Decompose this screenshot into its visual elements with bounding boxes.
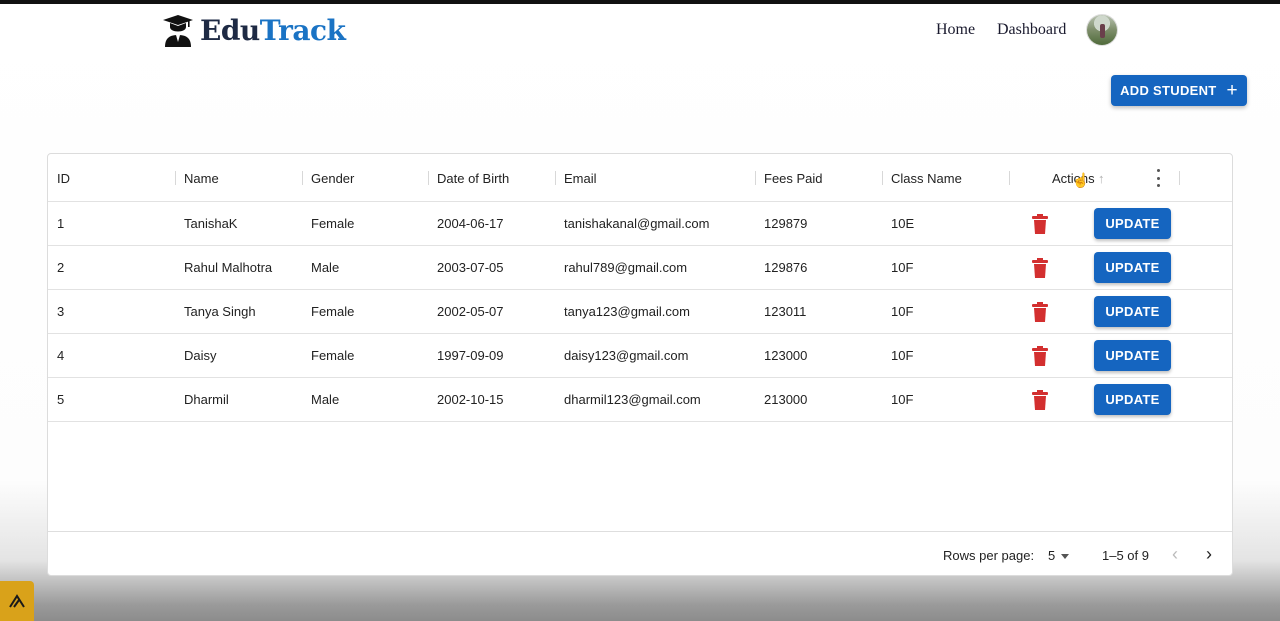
cell-gender: Female <box>311 216 355 231</box>
cell-id: 4 <box>57 348 65 363</box>
cell-class: 10F <box>891 392 914 407</box>
table-header: ID Name Gender Date of Birth Email Fees … <box>48 154 1232 202</box>
avatar[interactable] <box>1087 15 1117 45</box>
column-separator[interactable] <box>302 171 303 185</box>
add-student-label: ADD STUDENT <box>1120 83 1217 98</box>
nav-dashboard[interactable]: Dashboard <box>997 21 1066 39</box>
add-student-button[interactable]: ADD STUDENT + <box>1111 75 1247 106</box>
cell-fees: 129876 <box>764 260 808 275</box>
caret-down-icon <box>1061 554 1070 560</box>
pagination-range: 1–5 of 9 <box>1102 548 1149 563</box>
cell-id: 5 <box>57 392 65 407</box>
brand-name-part1: Edu <box>200 14 260 47</box>
column-separator[interactable] <box>555 171 556 185</box>
chevron-left-icon[interactable]: ‹ <box>1172 544 1188 564</box>
cell-fees: 123011 <box>764 304 807 319</box>
cell-fees: 129879 <box>764 216 808 231</box>
students-table: ID Name Gender Date of Birth Email Fees … <box>47 153 1233 576</box>
cell-class: 10E <box>891 216 915 231</box>
arrow-logo-icon <box>9 594 25 608</box>
column-separator[interactable] <box>1009 171 1010 185</box>
column-header-fees[interactable]: Fees Paid <box>764 171 823 186</box>
trash-icon[interactable] <box>1032 214 1048 234</box>
top-border <box>0 0 1280 4</box>
cell-gender: Male <box>311 260 340 275</box>
app-badge[interactable] <box>0 581 34 621</box>
cell-class: 10F <box>891 260 914 275</box>
column-header-gender[interactable]: Gender <box>311 171 354 186</box>
cell-email: daisy123@gmail.com <box>564 348 689 363</box>
cell-email: tanishakanal@gmail.com <box>564 216 710 231</box>
arrow-up-icon[interactable]: ↑ <box>1098 171 1105 186</box>
rows-per-page-value: 5 <box>1048 548 1056 563</box>
table-footer: Rows per page: 5 1–5 of 9 ‹ › <box>48 531 1232 577</box>
update-button[interactable]: UPDATE <box>1094 296 1171 327</box>
cell-name: TanishaK <box>184 216 238 231</box>
table-row[interactable]: 4 Daisy Female 1997-09-09 daisy123@gmail… <box>48 333 1232 378</box>
cell-gender: Female <box>311 348 355 363</box>
brand-name-part2: Track <box>259 14 346 47</box>
cell-name: Tanya Singh <box>184 304 256 319</box>
column-header-email[interactable]: Email <box>564 171 597 186</box>
update-button[interactable]: UPDATE <box>1094 252 1171 283</box>
column-separator[interactable] <box>1179 171 1180 185</box>
more-vert-icon[interactable] <box>1152 169 1164 187</box>
cell-email: tanya123@gmail.com <box>564 304 690 319</box>
cell-dob: 2004-06-17 <box>437 216 504 231</box>
cell-gender: Male <box>311 392 340 407</box>
column-header-dob[interactable]: Date of Birth <box>437 171 509 186</box>
column-header-name[interactable]: Name <box>184 171 219 186</box>
update-button[interactable]: UPDATE <box>1094 208 1171 239</box>
rows-per-page-select[interactable]: 5 <box>1048 548 1070 563</box>
cell-dob: 2003-07-05 <box>437 260 504 275</box>
cell-class: 10F <box>891 348 914 363</box>
cell-name: Daisy <box>184 348 217 363</box>
cell-gender: Female <box>311 304 355 319</box>
brand-name: EduTrack <box>200 14 346 47</box>
update-button[interactable]: UPDATE <box>1094 384 1171 415</box>
cell-dob: 2002-05-07 <box>437 304 504 319</box>
column-separator[interactable] <box>175 171 176 185</box>
column-header-id[interactable]: ID <box>57 171 70 186</box>
mouse-cursor-icon: ☝ <box>1072 172 1090 188</box>
cell-fees: 123000 <box>764 348 808 363</box>
cell-id: 2 <box>57 260 65 275</box>
table-row[interactable]: 5 Dharmil Male 2002-10-15 dharmil123@gma… <box>48 377 1232 422</box>
nav-home[interactable]: Home <box>936 21 975 39</box>
cell-dob: 1997-09-09 <box>437 348 504 363</box>
cell-id: 3 <box>57 304 65 319</box>
cell-email: rahul789@gmail.com <box>564 260 688 275</box>
update-button[interactable]: UPDATE <box>1094 340 1171 371</box>
graduate-icon <box>163 14 193 47</box>
table-row[interactable]: 2 Rahul Malhotra Male 2003-07-05 rahul78… <box>48 245 1232 290</box>
cell-name: Rahul Malhotra <box>184 260 273 275</box>
trash-icon[interactable] <box>1032 346 1048 366</box>
cell-id: 1 <box>57 216 65 231</box>
avatar-figure <box>1100 24 1105 38</box>
table-row[interactable]: 1 TanishaK Female 2004-06-17 tanishakana… <box>48 201 1232 246</box>
column-header-class[interactable]: Class Name <box>891 171 962 186</box>
rows-per-page-label: Rows per page: <box>943 548 1035 563</box>
cell-name: Dharmil <box>184 392 229 407</box>
cell-class: 10F <box>891 304 914 319</box>
chevron-right-icon[interactable]: › <box>1206 544 1222 564</box>
trash-icon[interactable] <box>1032 302 1048 322</box>
trash-icon[interactable] <box>1032 258 1048 278</box>
brand-logo[interactable]: EduTrack <box>163 14 346 47</box>
column-separator[interactable] <box>428 171 429 185</box>
trash-icon[interactable] <box>1032 390 1048 410</box>
column-separator[interactable] <box>882 171 883 185</box>
column-separator[interactable] <box>755 171 756 185</box>
plus-icon: + <box>1226 80 1238 101</box>
cell-email: dharmil123@gmail.com <box>564 392 701 407</box>
cell-dob: 2002-10-15 <box>437 392 504 407</box>
table-row[interactable]: 3 Tanya Singh Female 2002-05-07 tanya123… <box>48 289 1232 334</box>
cell-fees: 213000 <box>764 392 808 407</box>
